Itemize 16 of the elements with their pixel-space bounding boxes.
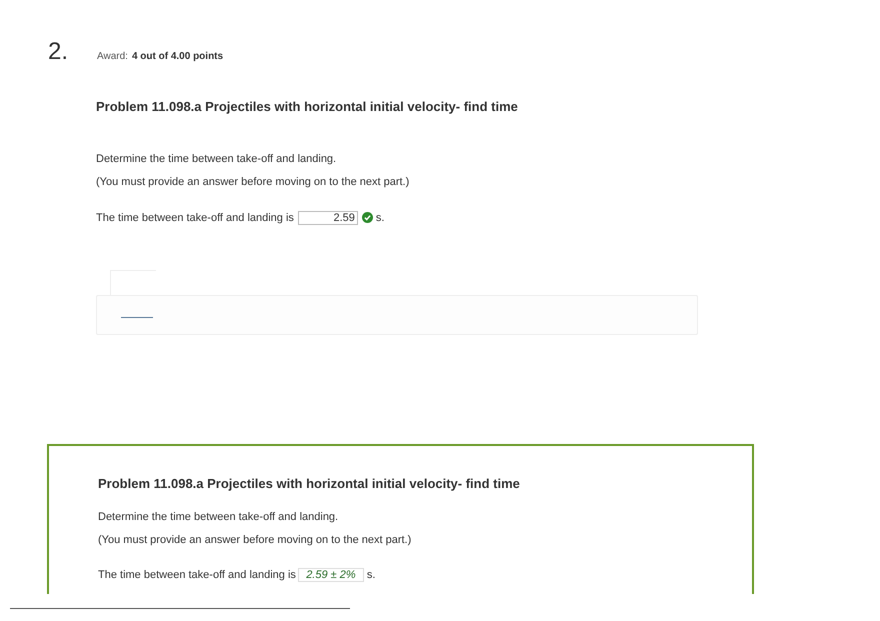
award-score: 4 out of 4.00 points — [132, 50, 224, 64]
question-number: 2. — [48, 37, 70, 67]
problem-prompt: Determine the time between take-off and landing. — [98, 510, 340, 524]
problem-prompt: Determine the time between take-off and landing. — [96, 152, 338, 166]
answer-field[interactable]: 2.59 — [298, 210, 358, 225]
correct-answer: 2.59 ± 2% — [298, 568, 364, 582]
answer-label: The time between take-off and landing is — [98, 568, 296, 582]
answer-unit: s. — [376, 210, 384, 226]
answer-unit: s. — [366, 568, 376, 582]
problem-note: (You must provide an answer before moving on to the next part.) — [98, 533, 412, 548]
problem-note: (You must provide an answer before moving on to the next part.) — [96, 175, 410, 190]
link-underline — [121, 316, 153, 318]
problem-title: Problem 11.098.a Projectiles with horizontal initial velocity- find time — [96, 98, 519, 116]
problem-title: Problem 11.098.a Projectiles with horizontal initial velocity- find time — [98, 475, 521, 493]
answer-label: The time between take-off and landing is — [96, 210, 294, 226]
award-label: Award: — [97, 50, 128, 64]
